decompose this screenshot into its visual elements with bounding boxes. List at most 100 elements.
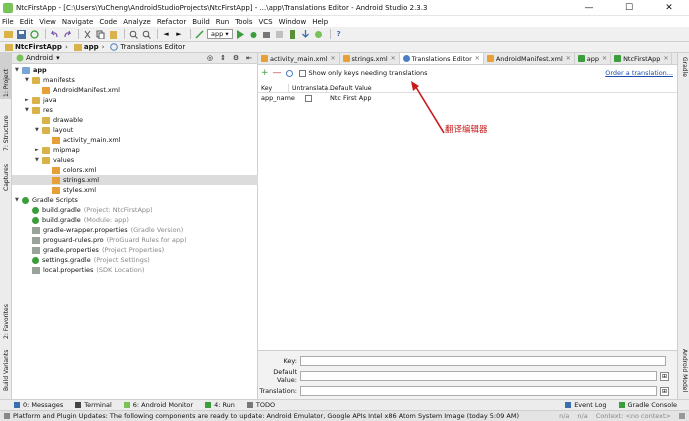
- expanded-arrow-icon[interactable]: ▼: [15, 67, 22, 73]
- attach-debugger-icon[interactable]: [262, 29, 272, 39]
- default-value-field[interactable]: [300, 371, 657, 381]
- settings-icon[interactable]: ⚙: [231, 53, 241, 63]
- show-only-needing-translation-checkbox[interactable]: [298, 69, 306, 77]
- menu-help[interactable]: Help: [312, 18, 328, 26]
- build-variants-tool-button[interactable]: Build Variants: [3, 350, 10, 391]
- expanded-arrow-icon[interactable]: ▼: [15, 197, 22, 203]
- column-header-default-value[interactable]: Default Value: [327, 84, 387, 92]
- debug-icon[interactable]: [249, 29, 259, 39]
- collapse-icon[interactable]: ⇕: [218, 53, 228, 63]
- tree-item[interactable]: build.gradle (Project: NtcFirstApp): [12, 205, 258, 215]
- open-folder-icon[interactable]: [3, 29, 13, 39]
- run-icon[interactable]: [236, 29, 246, 39]
- favorites-tool-button[interactable]: 2: Favorites: [3, 304, 10, 339]
- expand-default-value-icon[interactable]: ⊞: [660, 371, 669, 381]
- menu-navigate[interactable]: Navigate: [62, 18, 93, 26]
- menu-tools[interactable]: Tools: [235, 18, 252, 26]
- sync-icon[interactable]: [29, 29, 39, 39]
- undo-icon[interactable]: [49, 29, 59, 39]
- expanded-arrow-icon[interactable]: ▼: [35, 157, 42, 163]
- close-icon[interactable]: ✕: [331, 55, 336, 62]
- close-icon[interactable]: ✕: [475, 55, 480, 62]
- close-icon[interactable]: ✕: [663, 55, 668, 62]
- gradle-console-tool-button[interactable]: Gradle Console: [618, 401, 677, 409]
- untranslatable-checkbox[interactable]: [304, 94, 312, 102]
- tree-item[interactable]: settings.gradle (Project Settings): [12, 255, 258, 265]
- cut-icon[interactable]: [82, 29, 92, 39]
- close-icon[interactable]: ✕: [566, 55, 571, 62]
- breadcrumb-module[interactable]: app ›: [72, 42, 107, 52]
- android-model-tool-button[interactable]: Android Model: [681, 349, 688, 392]
- terminal-tool-button[interactable]: Terminal: [75, 401, 112, 409]
- maximize-button[interactable]: ☐: [609, 0, 649, 16]
- status-toggle-icon[interactable]: [4, 413, 10, 419]
- lock-icon[interactable]: [679, 413, 685, 419]
- tree-item[interactable]: ▼ values: [12, 155, 258, 165]
- collapsed-arrow-icon[interactable]: ►: [35, 147, 42, 153]
- breadcrumb-translations-editor[interactable]: Translations Editor: [108, 42, 187, 52]
- make-project-icon[interactable]: [194, 29, 204, 39]
- structure-tool-button[interactable]: 7: Structure: [3, 115, 10, 151]
- tree-item[interactable]: ▼ layout: [12, 125, 258, 135]
- avd-manager-icon[interactable]: [288, 29, 298, 39]
- expanded-arrow-icon[interactable]: ▼: [25, 107, 32, 113]
- sync-scroll-icon[interactable]: ◎: [205, 53, 215, 63]
- tree-item[interactable]: local.properties (SDK Location): [12, 265, 258, 275]
- sdk-manager-icon[interactable]: [301, 29, 311, 39]
- save-all-icon[interactable]: [16, 29, 26, 39]
- paste-icon[interactable]: [108, 29, 118, 39]
- redo-icon[interactable]: [62, 29, 72, 39]
- find-icon[interactable]: [128, 29, 138, 39]
- android-device-monitor-icon[interactable]: [314, 29, 324, 39]
- tree-item[interactable]: colors.xml: [12, 165, 258, 175]
- expanded-arrow-icon[interactable]: ▼: [25, 77, 32, 83]
- tree-item[interactable]: activity_main.xml: [12, 135, 258, 145]
- expanded-arrow-icon[interactable]: ▼: [35, 127, 42, 133]
- menu-refactor[interactable]: Refactor: [157, 18, 186, 26]
- menu-analyze[interactable]: Analyze: [123, 18, 151, 26]
- menu-build[interactable]: Build: [192, 18, 210, 26]
- minimize-button[interactable]: —: [569, 0, 609, 16]
- tab-androidmanifest-xml[interactable]: AndroidManifest.xml ✕: [484, 53, 575, 64]
- column-header-untranslatable[interactable]: Untranslata...: [289, 84, 334, 92]
- tab-translations-editor[interactable]: Translations Editor ✕: [399, 53, 484, 64]
- todo-tool-button[interactable]: TODO: [246, 401, 275, 409]
- menu-view[interactable]: View: [39, 18, 56, 26]
- gradle-tool-button[interactable]: Gradle: [681, 57, 688, 77]
- column-header-key[interactable]: Key: [258, 84, 289, 92]
- run-tool-button[interactable]: 4: Run: [205, 401, 235, 409]
- tree-item[interactable]: ▼ manifests: [12, 75, 258, 85]
- tree-item[interactable]: ▼ res: [12, 105, 258, 115]
- tree-item[interactable]: gradle-wrapper.properties (Gradle Version…: [12, 225, 258, 235]
- run-config-select[interactable]: app ▾: [207, 29, 233, 39]
- cell-untranslatable[interactable]: [289, 93, 327, 103]
- expand-translation-icon[interactable]: ⊞: [660, 386, 669, 396]
- tree-item[interactable]: gradle.properties (Project Properties): [12, 245, 258, 255]
- forward-icon[interactable]: ►: [174, 29, 184, 39]
- hide-icon[interactable]: ⇤: [244, 53, 254, 63]
- menu-file[interactable]: File: [2, 18, 14, 26]
- project-view-select[interactable]: Android ▾: [16, 54, 60, 62]
- tree-item[interactable]: drawable: [12, 115, 258, 125]
- close-icon[interactable]: ✕: [391, 55, 396, 62]
- menu-vcs[interactable]: VCS: [258, 18, 272, 26]
- captures-tool-button[interactable]: Captures: [3, 164, 10, 191]
- tree-item[interactable]: ► mipmap: [12, 145, 258, 155]
- tree-item[interactable]: ▼ app: [12, 65, 258, 75]
- event-log-tool-button[interactable]: Event Log: [565, 401, 607, 409]
- menu-edit[interactable]: Edit: [20, 18, 34, 26]
- tree-item[interactable]: proguard-rules.pro (ProGuard Rules for ap…: [12, 235, 258, 245]
- tab-strings-xml[interactable]: strings.xml ✕: [340, 53, 400, 64]
- table-row[interactable]: app_name Ntc First App: [258, 93, 677, 103]
- menu-window[interactable]: Window: [279, 18, 307, 26]
- tab-activity-main-xml[interactable]: activity_main.xml ✕: [258, 53, 340, 64]
- stop-icon[interactable]: [275, 29, 285, 39]
- tree-item[interactable]: ► java: [12, 95, 258, 105]
- close-button[interactable]: ✕: [649, 0, 689, 16]
- tab-ntcfirstapp[interactable]: NtcFirstApp ✕: [611, 53, 673, 64]
- messages-tool-button[interactable]: 0: Messages: [14, 401, 63, 409]
- help-icon[interactable]: ?: [334, 29, 344, 39]
- breadcrumb-project[interactable]: NtcFirstApp ›: [3, 42, 70, 52]
- status-message[interactable]: Platform and Plugin Updates: The followi…: [13, 412, 559, 420]
- remove-key-icon[interactable]: —: [273, 68, 282, 78]
